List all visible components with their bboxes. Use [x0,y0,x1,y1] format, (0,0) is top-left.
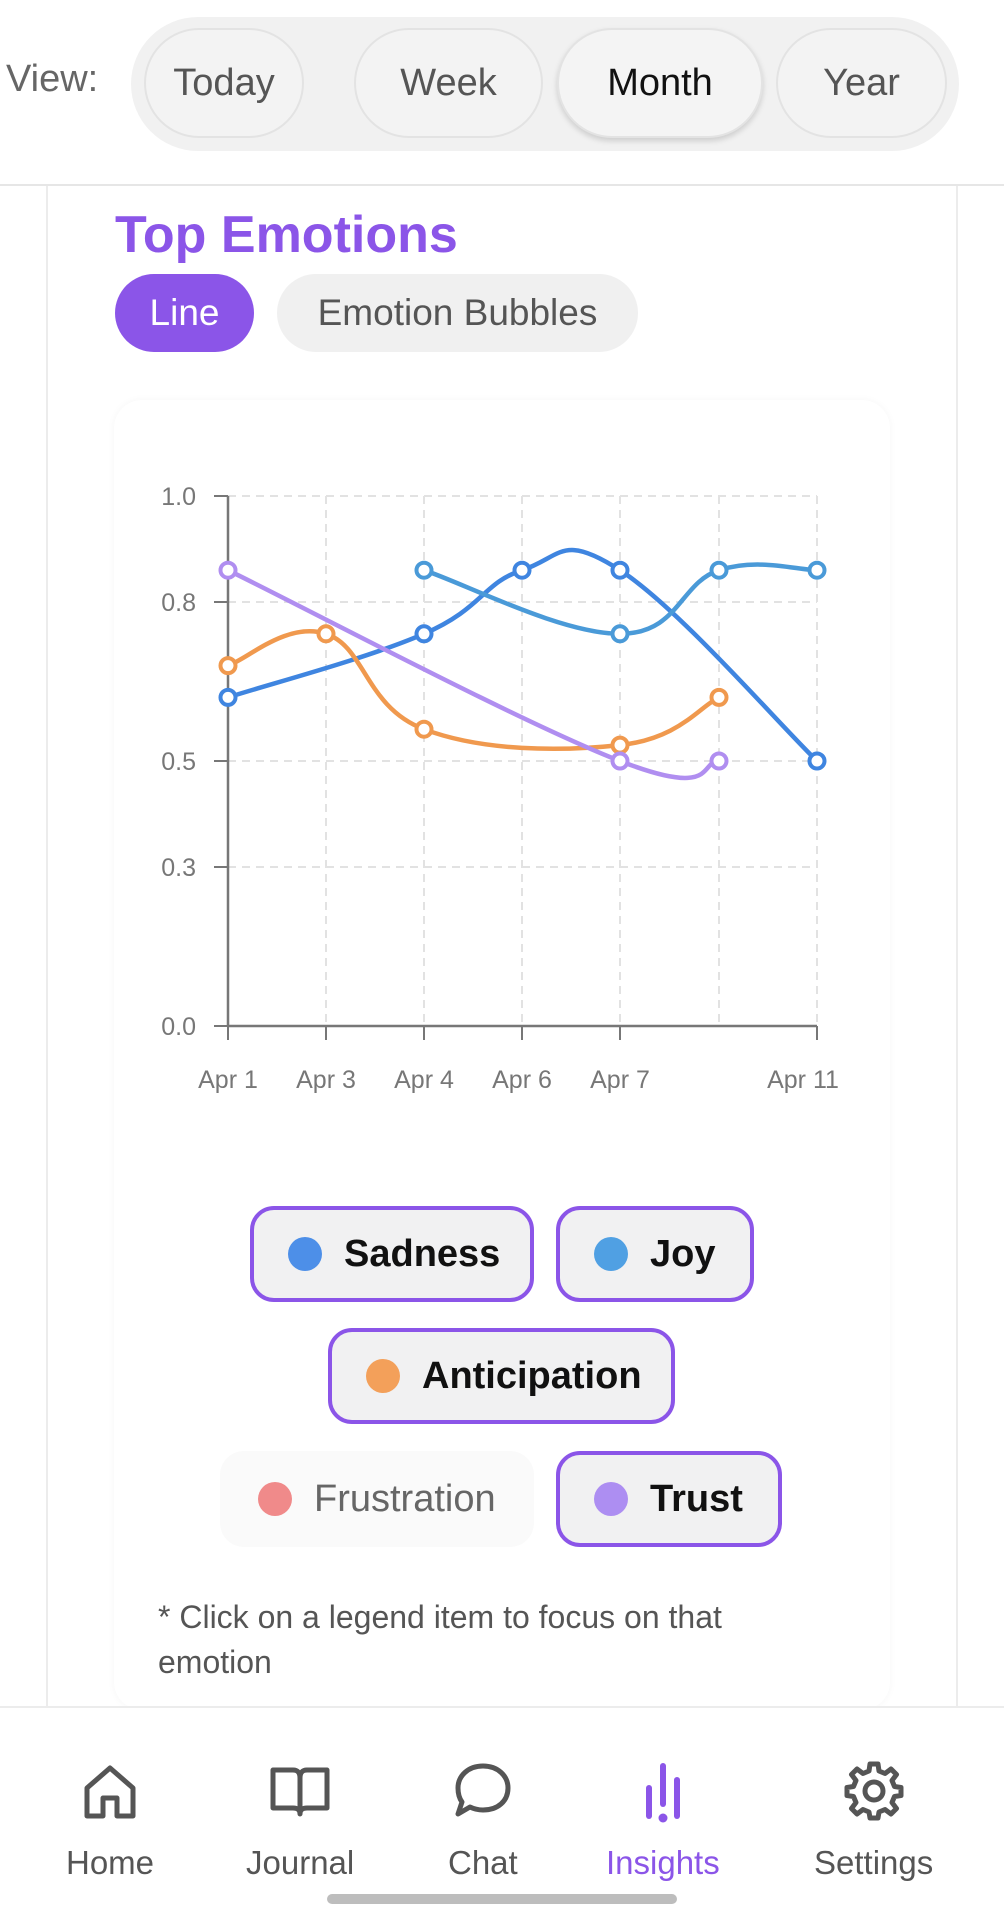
view-option-today[interactable]: Today [144,28,304,138]
nav-chat-label: Chat [448,1844,518,1881]
bottom-navigation: Home Journal Chat Insights Settings [0,1706,1004,1920]
data-point-anticipation [316,624,336,644]
tab-line[interactable]: Line [115,274,254,352]
legend-dot-joy [594,1237,628,1271]
view-selector-bar: View: Today Week Month Year [0,0,1004,186]
data-point-anticipation [610,735,630,755]
data-point-sadness [218,687,238,707]
y-tick-label: 1.0 [161,483,196,511]
x-tick-label: Apr 7 [590,1066,650,1094]
data-point-trust [218,560,238,580]
data-point-sadness [610,560,630,580]
legend-dot-trust [594,1482,628,1516]
data-point-sadness [414,624,434,644]
data-point-joy [610,624,630,644]
home-icon [84,1765,136,1819]
data-point-sadness [512,560,532,580]
data-point-anticipation [218,656,238,676]
nav-chat[interactable]: Chat [448,1758,518,1882]
view-option-month[interactable]: Month [557,28,763,138]
nav-settings-label: Settings [814,1844,934,1881]
y-tick-label: 0.3 [161,854,196,882]
nav-journal[interactable]: Journal [246,1758,354,1882]
data-point-sadness [807,751,827,771]
data-point-joy [709,560,729,580]
card-title: Top Emotions [115,206,458,264]
bar-chart-icon [645,1763,680,1823]
nav-journal-label: Journal [246,1844,355,1881]
data-point-joy [414,560,434,580]
home-indicator [327,1894,677,1904]
x-tick-label: Apr 11 [767,1066,839,1094]
legend-label-joy: Joy [650,1232,716,1275]
data-point-trust [610,751,630,771]
legend-label-frustration: Frustration [314,1477,496,1520]
legend-dot-sadness [288,1237,322,1271]
nav-settings[interactable]: Settings [814,1758,933,1882]
view-option-week[interactable]: Week [354,28,543,138]
x-tick-label: Apr 1 [198,1066,258,1094]
data-point-joy [807,560,827,580]
nav-home-label: Home [66,1844,155,1881]
legend-item-anticipation[interactable]: Anticipation [328,1328,675,1424]
x-tick-label: Apr 3 [296,1066,356,1094]
legend-item-frustration[interactable]: Frustration [220,1451,534,1547]
view-option-year[interactable]: Year [776,28,947,138]
chat-bubble-icon [455,1763,511,1817]
legend-dot-frustration [258,1482,292,1516]
emotion-line-chart: 0.0 0.3 0.5 0.8 1.0 Apr 1 Apr 3 Apr 4 Apr 6 Apr 7… [161,483,839,1094]
nav-insights[interactable]: Insights [606,1758,720,1882]
nav-insights-label: Insights [606,1844,720,1881]
data-point-anticipation [414,719,434,739]
data-point-anticipation [709,687,729,707]
x-tick-label: Apr 6 [492,1066,552,1094]
book-icon [270,1767,330,1817]
legend-label-trust: Trust [650,1477,743,1520]
view-segmented-control: Today Week Month Year [131,17,959,151]
series-line-anticipation [225,629,722,752]
legend-item-trust[interactable]: Trust [556,1451,782,1547]
legend-item-sadness[interactable]: Sadness [250,1206,534,1302]
x-tick-label: Apr 4 [394,1066,454,1094]
tab-emotion-bubbles[interactable]: Emotion Bubbles [277,274,638,352]
y-tick-label: 0.8 [161,589,196,617]
view-label: View: [6,58,99,100]
y-tick-label: 0.5 [161,748,196,776]
legend-item-joy[interactable]: Joy [556,1206,754,1302]
y-tick-label: 0.0 [161,1013,196,1041]
nav-home[interactable]: Home [66,1758,154,1882]
legend-dot-anticipation [366,1359,400,1393]
legend-hint-note: * Click on a legend item to focus on tha… [158,1599,722,1680]
data-point-trust [709,751,729,771]
legend-label-anticipation: Anticipation [422,1354,642,1397]
gear-icon [844,1761,904,1821]
legend-label-sadness: Sadness [344,1232,501,1275]
